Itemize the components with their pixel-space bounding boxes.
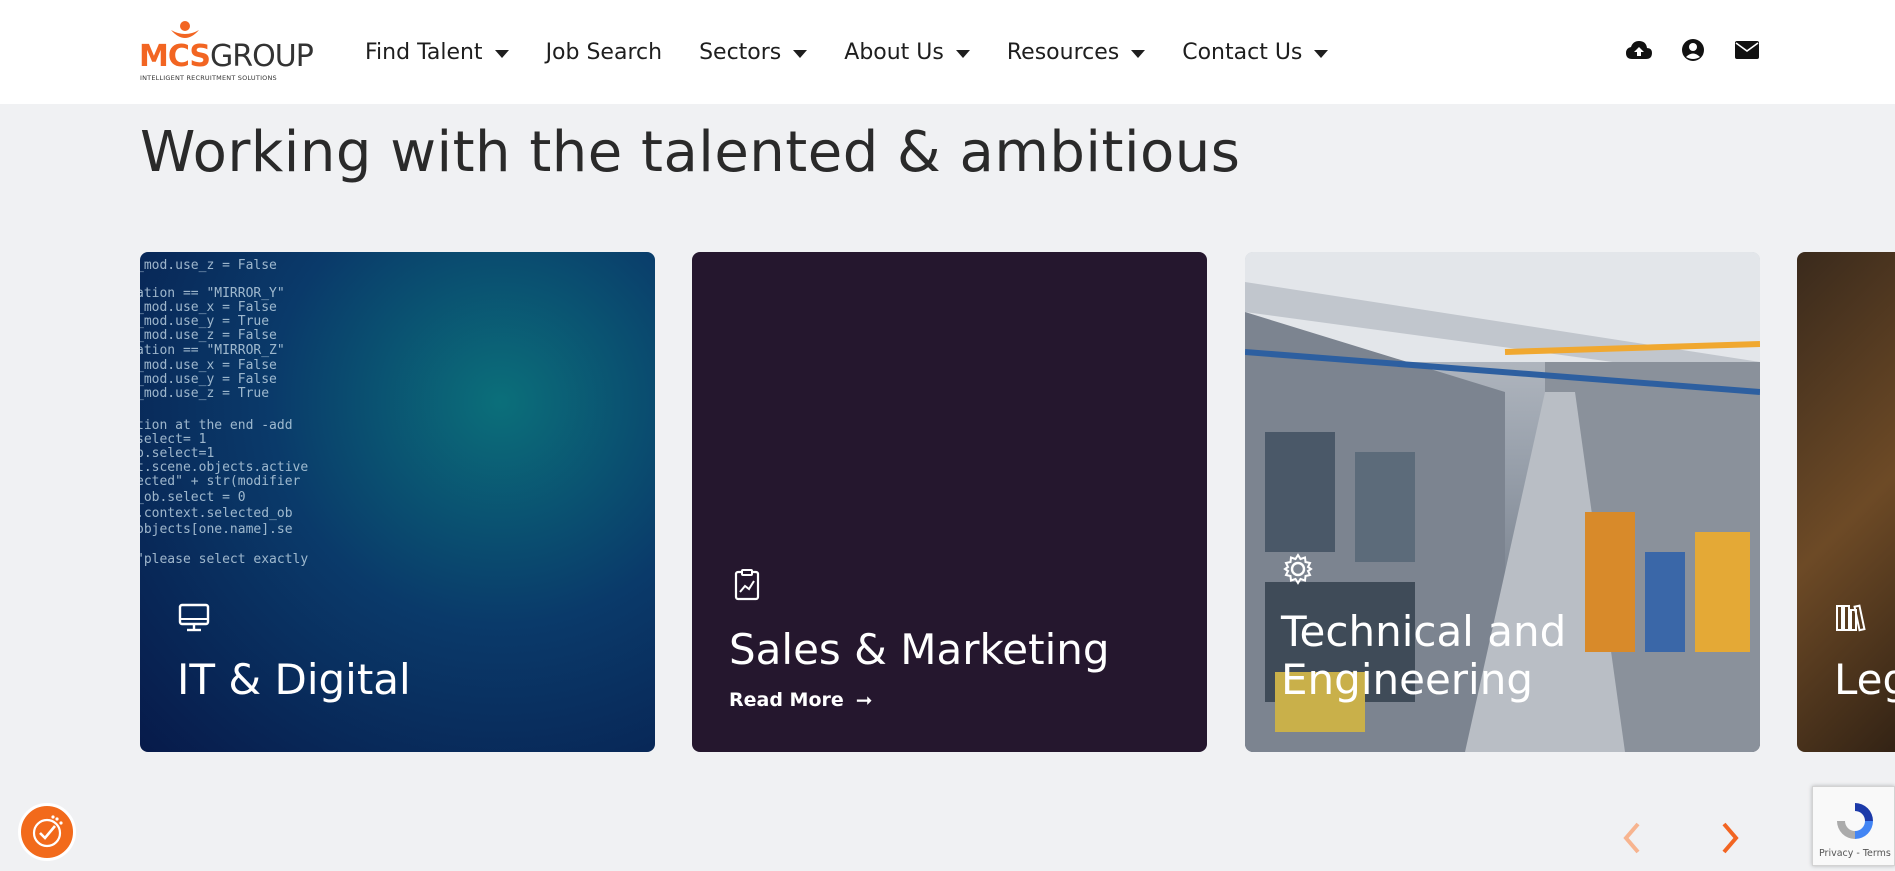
caret-down-icon (793, 49, 808, 58)
sector-card-legal[interactable]: Leg (1797, 252, 1895, 752)
carousel-next-button[interactable] (1716, 818, 1744, 858)
accessibility-button[interactable] (18, 803, 76, 861)
recaptcha-badge[interactable]: Privacy - Terms (1812, 786, 1895, 866)
monitor-icon (178, 603, 210, 632)
card-title: Leg (1834, 655, 1895, 704)
card-title: IT & Digital (177, 655, 411, 704)
arrow-right-icon: ➞ (855, 688, 873, 712)
nav-find-talent[interactable]: Find Talent (365, 40, 509, 65)
nav-resources-label: Resources (1006, 39, 1120, 65)
chevron-right-icon (1722, 822, 1739, 854)
nav-find-talent-label: Find Talent (365, 39, 483, 65)
code-line: ation == "MIRROR_Z" (140, 343, 285, 358)
code-line: _mod.use_y = True (140, 314, 270, 329)
envelope-icon[interactable] (1732, 36, 1762, 64)
main-navigation: Find Talent Job Search Sectors About Us … (365, 34, 1365, 70)
code-line: _mod.use_z = False (140, 328, 277, 343)
logo-brand-primary: MCS (139, 39, 211, 74)
caret-down-icon (1131, 49, 1146, 58)
recaptcha-privacy-terms[interactable]: Privacy - Terms (1819, 848, 1891, 859)
page-headline: Working with the talented & ambitious (140, 120, 1241, 185)
nav-about-us[interactable]: About Us (844, 40, 970, 65)
code-line: objects[one.name].se (140, 522, 293, 537)
cloud-upload-icon[interactable] (1624, 36, 1654, 64)
library-books-icon (1836, 604, 1866, 632)
nav-about-us-label: About Us (844, 39, 944, 65)
nav-job-search[interactable]: Job Search (546, 40, 663, 65)
code-line: select= 1 (140, 432, 207, 447)
code-line: _mod.use_z = False (140, 258, 277, 273)
sector-card-technical-engineering[interactable]: Technical and Engineering (1245, 252, 1760, 752)
code-line: _ob.select = 0 (140, 490, 246, 505)
header-actions (1624, 36, 1786, 64)
mcs-group-logo[interactable]: MCSGROUP INTELLIGENT RECRUITMENT SOLUTIO… (139, 20, 319, 84)
code-line: tion at the end -add (140, 418, 293, 433)
card-title-line-2: Engineering (1281, 655, 1533, 704)
accessibility-icon (32, 815, 63, 848)
nav-job-search-label: Job Search (545, 39, 663, 65)
sector-card-sales-marketing[interactable]: Sales & Marketing Read More ➞ (692, 252, 1207, 752)
read-more-label: Read More (729, 689, 844, 711)
caret-down-icon (1314, 49, 1329, 58)
code-line: _mod.use_z = True (140, 386, 270, 401)
card-title: Sales & Marketing (729, 625, 1110, 674)
nav-resources[interactable]: Resources (1006, 39, 1146, 65)
code-line: _mod.use_y = False (140, 372, 277, 387)
gear-icon (1283, 553, 1313, 585)
code-line: b.select=1 (140, 446, 215, 461)
logo-brand-secondary: GROUP (210, 39, 314, 74)
code-line: "please select exactly (140, 552, 309, 567)
read-more-link[interactable]: Read More ➞ (729, 688, 873, 712)
recaptcha-icon (1837, 803, 1873, 839)
code-line: _mod.use_x = False (140, 300, 277, 315)
nav-sectors-label: Sectors (699, 39, 782, 65)
site-header: MCSGROUP INTELLIGENT RECRUITMENT SOLUTIO… (0, 0, 1895, 104)
user-circle-icon[interactable] (1678, 36, 1708, 64)
nav-contact-us-label: Contact Us (1182, 39, 1303, 65)
nav-contact-us[interactable]: Contact Us (1182, 39, 1329, 65)
card-title-line-1: Technical and (1281, 607, 1567, 656)
caret-down-icon (955, 49, 970, 58)
code-line: ation == "MIRROR_Y" (140, 286, 285, 301)
logo-wordmark: MCSGROUP (139, 39, 314, 74)
caret-down-icon (494, 49, 509, 58)
code-line: _mod.use_x = False (140, 358, 277, 373)
nav-sectors[interactable]: Sectors (699, 39, 808, 65)
logo-tagline: INTELLIGENT RECRUITMENT SOLUTIONS (140, 74, 277, 82)
sector-card-it-digital[interactable]: _mod.use_z = False ation == "MIRROR_Y" _… (140, 252, 655, 752)
chart-clipboard-icon (734, 569, 760, 601)
code-line: t.scene.objects.active (140, 460, 309, 475)
chevron-left-icon (1623, 822, 1640, 854)
code-line: .context.selected_ob (140, 506, 293, 521)
carousel-prev-button[interactable] (1618, 818, 1646, 858)
code-line: ected" + str(modifier (140, 474, 301, 489)
